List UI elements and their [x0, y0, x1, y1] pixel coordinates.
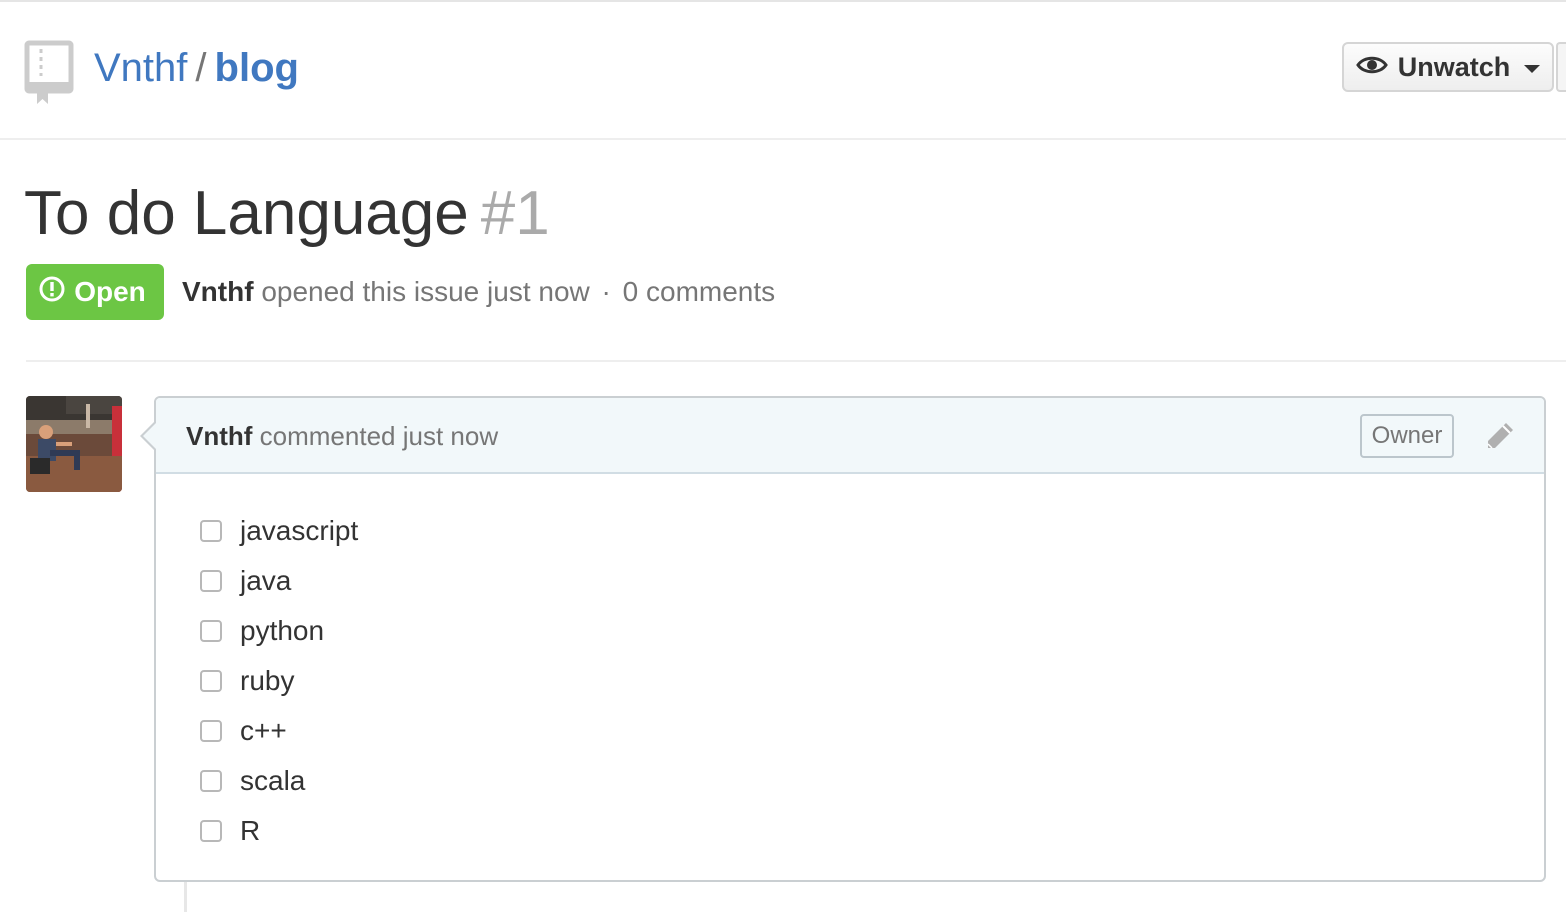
issue-number: #1 [480, 179, 550, 248]
unwatch-button[interactable]: Unwatch [1342, 42, 1554, 92]
chevron-down-icon [1524, 65, 1541, 73]
task-label: scala [240, 765, 306, 796]
task-list-item: ruby [200, 656, 358, 706]
comment-pointer-fill [143, 422, 157, 450]
task-label: python [240, 615, 325, 646]
comment-header: Vnthf commented just now Owner [156, 398, 1544, 474]
comment-header-text: Vnthf commented just now [186, 416, 498, 456]
issue-title-text: To do Language [24, 179, 469, 248]
pencil-icon[interactable] [1482, 418, 1518, 454]
eye-icon [1355, 52, 1388, 83]
meta-separator: · [601, 276, 611, 307]
issue-comment-count: 0 comments [622, 276, 776, 307]
task-label: c++ [240, 715, 287, 746]
issue-title: To do Language #1 [24, 178, 550, 250]
repo-title: Vnthf / blog [94, 40, 299, 96]
task-checkbox[interactable] [200, 820, 222, 842]
task-label: R [240, 815, 261, 846]
task-label: java [240, 565, 292, 596]
watchers-count-button[interactable] [1556, 42, 1566, 92]
repo-path-separator: / [195, 46, 207, 90]
issue-opened-text: opened this issue just now [261, 276, 590, 307]
task-list-item: c++ [200, 706, 358, 756]
owner-badge: Owner [1360, 414, 1454, 458]
unwatch-label: Unwatch [1397, 51, 1511, 82]
task-checkbox[interactable] [200, 670, 222, 692]
task-checkbox[interactable] [200, 770, 222, 792]
comment-timestamp[interactable]: commented just now [260, 421, 498, 451]
repo-name-link[interactable]: blog [215, 46, 299, 90]
task-list: javascript java python ruby c++ scala R [200, 506, 358, 856]
task-list-item: R [200, 806, 358, 856]
comment-box: Vnthf commented just now Owner javascrip… [154, 396, 1546, 882]
task-label: ruby [240, 665, 295, 696]
task-list-item: java [200, 556, 358, 606]
repo-owner-link[interactable]: Vnthf [94, 46, 187, 90]
avatar[interactable] [26, 396, 122, 492]
task-checkbox[interactable] [200, 520, 222, 542]
task-label: javascript [240, 515, 359, 546]
repo-header: Vnthf / blog [0, 2, 1566, 140]
task-list-item: scala [200, 756, 358, 806]
task-checkbox[interactable] [200, 720, 222, 742]
issue-author-link[interactable]: Vnthf [182, 276, 254, 307]
comment-author-link[interactable]: Vnthf [186, 421, 252, 451]
repo-icon [24, 40, 74, 106]
issue-opened-icon [38, 275, 66, 310]
issue-state-badge: Open [26, 264, 164, 320]
task-checkbox[interactable] [200, 570, 222, 592]
task-list-item: javascript [200, 506, 358, 556]
task-list-item: python [200, 606, 358, 656]
issue-header-divider [26, 360, 1566, 362]
issue-meta: Vnthf opened this issue just now · 0 com… [182, 270, 775, 314]
task-checkbox[interactable] [200, 620, 222, 642]
issue-state-label: Open [74, 276, 146, 307]
